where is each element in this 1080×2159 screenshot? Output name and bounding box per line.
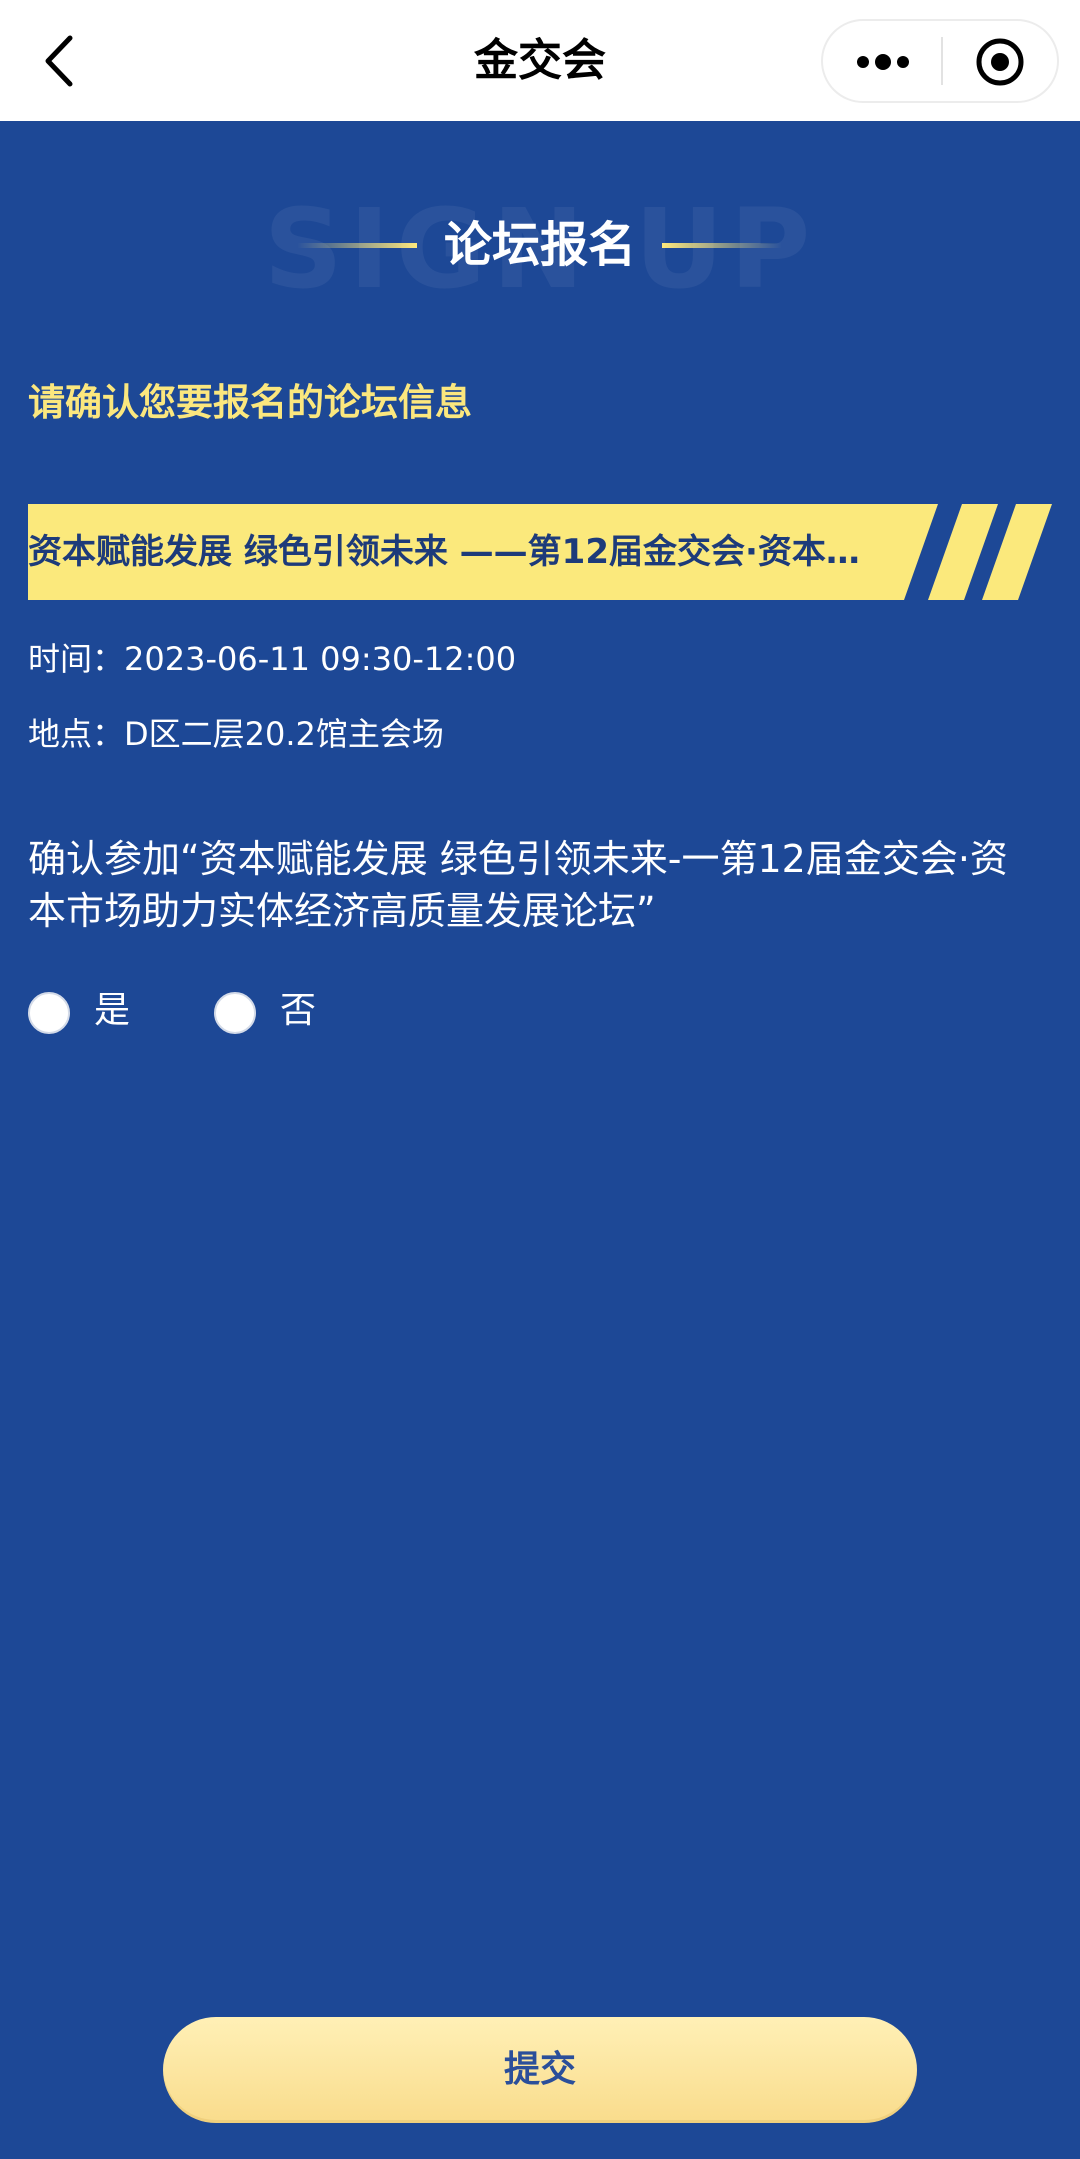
- confirm-prompt: 请确认您要报名的论坛信息: [28, 381, 472, 424]
- submit-button[interactable]: 提交: [163, 2017, 917, 2123]
- forum-time: 时间：2023-06-11 09:30-12:00: [28, 634, 516, 680]
- time-value: 2023-06-11 09:30-12:00: [124, 640, 517, 678]
- top-nav-bar: 金交会: [0, 0, 1080, 121]
- more-button[interactable]: [823, 21, 941, 101]
- radio-circle-no[interactable]: [214, 992, 256, 1034]
- forum-place: 地点：D区二层20.2馆主会场: [28, 709, 444, 755]
- target-circle-icon: [976, 38, 1024, 86]
- close-mini-program-button[interactable]: [943, 21, 1057, 101]
- chevron-left-icon: [45, 35, 73, 87]
- radio-circle-yes[interactable]: [28, 992, 70, 1034]
- heading-line-right: [662, 243, 782, 248]
- section-heading: 论坛报名: [443, 217, 636, 273]
- place-value: D区二层20.2馆主会场: [124, 715, 444, 753]
- forum-title-banner: 资本赋能发展 绿色引领未来 ——第12届金交会·资本市场助力实体经济高质量发展论…: [28, 504, 1052, 600]
- heading-block: 论坛报名: [0, 210, 1080, 280]
- more-dots-icon: [857, 54, 909, 70]
- radio-label-no: 否: [280, 990, 317, 1031]
- place-label: 地点：: [28, 715, 125, 753]
- mini-program-capsule: [821, 19, 1059, 103]
- forum-title: 资本赋能发展 绿色引领未来 ——第12届金交会·资本市场助力实体经济高质量发展论…: [28, 532, 890, 572]
- attendance-question: 确认参加“资本赋能发展 绿色引领未来-一第12届金交会·资本市场助力实体经济高质…: [28, 837, 1008, 933]
- back-button[interactable]: [38, 30, 88, 92]
- radio-label-yes: 是: [94, 990, 131, 1031]
- time-label: 时间：: [28, 640, 125, 678]
